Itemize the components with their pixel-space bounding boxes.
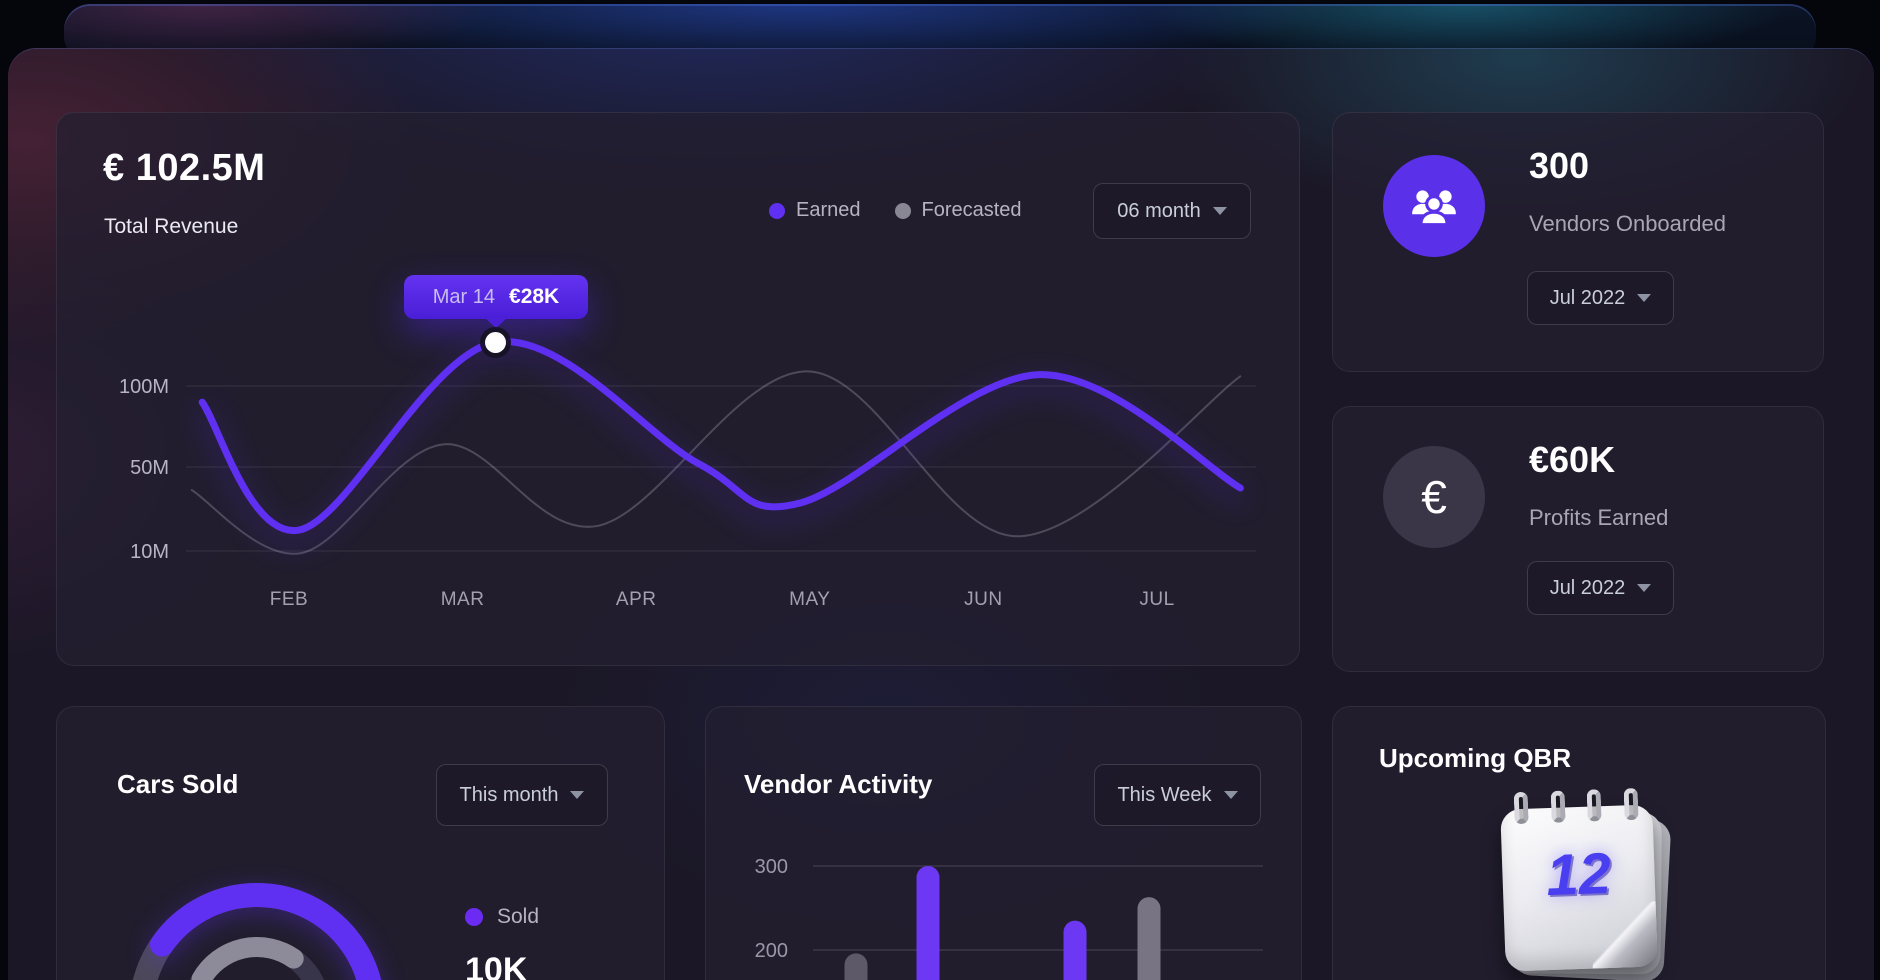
revenue-period-value: 06 month <box>1117 200 1200 223</box>
x-tick-label: MAR <box>441 589 485 610</box>
forecasted-dot-icon <box>895 203 911 219</box>
spiral-ring-icon <box>1587 789 1602 821</box>
activity-chart: 300 200 <box>706 707 1303 980</box>
cars-sold-value: 10K <box>465 951 527 980</box>
chart-point-marker <box>485 332 506 353</box>
sold-legend-label: Sold <box>497 905 539 929</box>
vendor-activity-title: Vendor Activity <box>744 769 932 800</box>
activity-period-value: This Week <box>1117 784 1211 807</box>
sold-dot-icon <box>465 908 483 926</box>
activity-period-dropdown[interactable]: This Week <box>1094 764 1261 826</box>
donut-arc-sold-outer <box>162 895 373 980</box>
tooltip-value: €28K <box>509 285 559 309</box>
y-tick-label: 100M <box>119 376 169 398</box>
chevron-down-icon <box>1213 207 1227 215</box>
earned-dot-icon <box>769 203 785 219</box>
profits-month-value: Jul 2022 <box>1550 577 1626 600</box>
cars-chart <box>57 707 666 980</box>
spiral-ring-icon <box>1624 788 1639 820</box>
bar <box>845 953 868 980</box>
x-tick-label: JUL <box>1139 589 1174 610</box>
chevron-down-icon <box>1637 584 1651 592</box>
cars-sold-card: Cars Sold This month Sold 10K <box>56 706 665 980</box>
bar <box>1064 921 1087 980</box>
vendors-label: Vendors Onboarded <box>1529 211 1726 237</box>
spiral-ring-icon <box>1550 790 1565 822</box>
calendar-spiral-rings <box>1514 788 1639 824</box>
vendors-value: 300 <box>1529 145 1589 187</box>
upcoming-qbr-title: Upcoming QBR <box>1379 743 1571 774</box>
cars-period-dropdown[interactable]: This month <box>436 764 608 826</box>
cars-sold-title: Cars Sold <box>117 769 238 800</box>
calendar-page-curl <box>1591 901 1658 969</box>
chart-tooltip: Mar 14 €28K <box>404 275 588 319</box>
total-revenue-card: 100M 50M 10M FEB MAR APR MAY JUN JUL € 102.5M To… <box>56 112 1300 666</box>
spiral-ring-icon <box>1514 792 1529 824</box>
x-tick-label: JUN <box>964 589 1002 610</box>
revenue-legend: Earned Forecasted <box>769 199 1022 222</box>
tooltip-date: Mar 14 <box>433 286 495 309</box>
chevron-down-icon <box>1224 791 1238 799</box>
profits-earned-card: € €60K Profits Earned Jul 2022 <box>1332 406 1824 672</box>
cars-period-value: This month <box>460 784 559 807</box>
vendors-onboarded-card: 300 Vendors Onboarded Jul 2022 <box>1332 112 1824 372</box>
y-tick-label: 300 <box>755 856 788 878</box>
vendors-icon-circle <box>1383 155 1485 257</box>
x-tick-label: APR <box>616 589 657 610</box>
upcoming-qbr-card: Upcoming QBR 12 <box>1332 706 1826 980</box>
revenue-period-dropdown[interactable]: 06 month <box>1093 183 1251 239</box>
legend-earned-label: Earned <box>796 199 861 222</box>
dashboard: 100M 50M 10M FEB MAR APR MAY JUN JUL € 102.5M To… <box>0 0 1880 980</box>
line-earned <box>202 341 1240 530</box>
bar <box>917 866 940 980</box>
vendors-month-dropdown[interactable]: Jul 2022 <box>1527 271 1674 325</box>
euro-icon: € <box>1421 470 1447 524</box>
legend-item-forecasted: Forecasted <box>895 199 1022 222</box>
vendor-activity-card: 300 200 Vendor Activity This Week <box>705 706 1302 980</box>
donut-arc-inner <box>202 947 294 979</box>
x-tick-label: MAY <box>789 589 830 610</box>
y-tick-label: 10M <box>130 541 169 563</box>
calendar-day-number: 12 <box>1501 838 1655 910</box>
cars-legend: Sold <box>465 905 539 929</box>
calendar-front-page: 12 <box>1500 804 1658 971</box>
chevron-down-icon <box>1637 294 1651 302</box>
vendors-month-value: Jul 2022 <box>1550 287 1626 310</box>
bar <box>1138 897 1161 980</box>
y-tick-label: 50M <box>130 457 169 479</box>
profits-value: €60K <box>1529 439 1615 481</box>
calendar-icon: 12 <box>1500 804 1658 971</box>
euro-icon-circle: € <box>1383 446 1485 548</box>
profits-label: Profits Earned <box>1529 505 1668 531</box>
x-tick-label: FEB <box>270 589 308 610</box>
line-forecasted <box>192 371 1241 553</box>
y-tick-label: 200 <box>755 940 788 962</box>
legend-forecasted-label: Forecasted <box>922 199 1022 222</box>
chevron-down-icon <box>570 791 584 799</box>
profits-month-dropdown[interactable]: Jul 2022 <box>1527 561 1674 615</box>
people-group-icon <box>1407 179 1461 233</box>
legend-item-earned: Earned <box>769 199 861 222</box>
total-revenue-label: Total Revenue <box>104 215 238 239</box>
total-revenue-value: € 102.5M <box>103 147 265 190</box>
